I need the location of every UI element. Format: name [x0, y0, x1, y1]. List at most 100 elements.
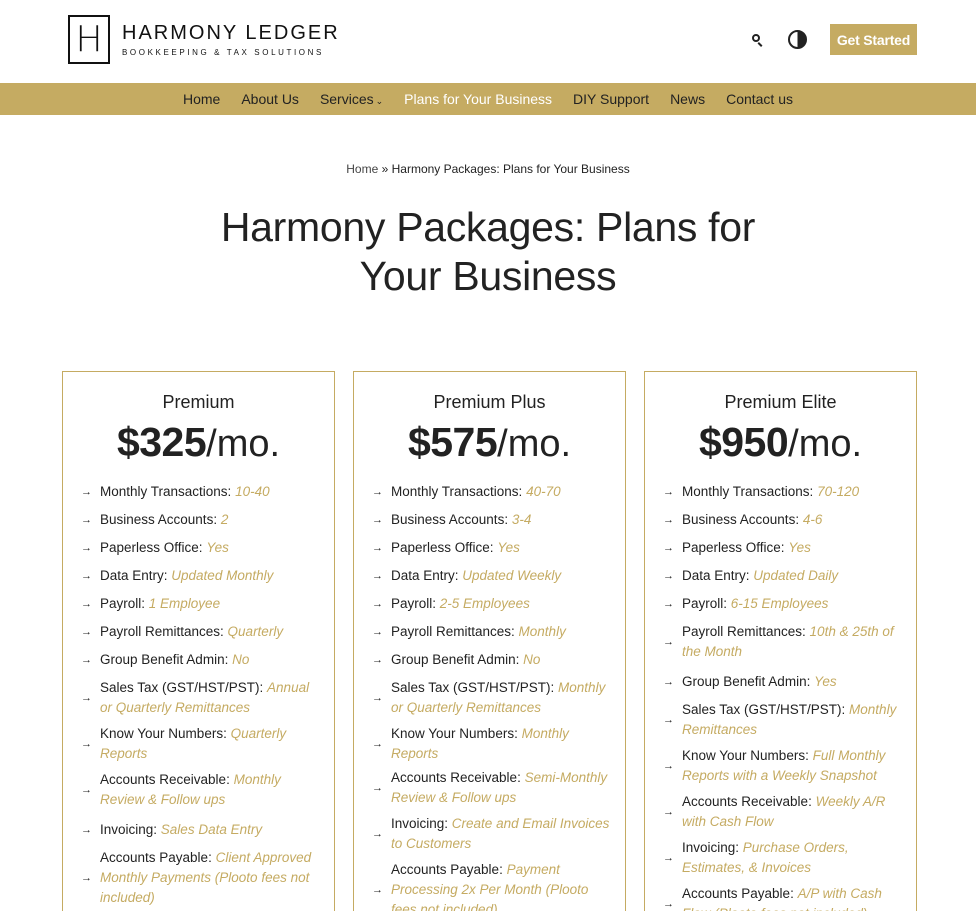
- arrow-right-icon: →: [663, 542, 674, 554]
- breadcrumb-home-link[interactable]: Home: [346, 162, 378, 176]
- nav-item-plans[interactable]: Plans for Your Business: [404, 91, 552, 107]
- arrow-right-icon: →: [663, 514, 674, 526]
- plan-feature-label: Monthly Transactions:: [682, 484, 818, 499]
- plan-feature-label: Business Accounts:: [391, 512, 512, 527]
- plan-feature-item: → Paperless Office: Yes: [372, 534, 611, 562]
- arrow-right-icon: →: [663, 598, 674, 610]
- plan-feature-label: Know Your Numbers:: [100, 726, 231, 741]
- plan-price-period: /mo.: [206, 423, 281, 465]
- plan-feature-value: No: [523, 652, 541, 667]
- plan-feature-item: → Monthly Transactions: 70-120: [663, 478, 902, 506]
- plan-feature-text: Group Benefit Admin: No: [391, 650, 611, 670]
- plan-feature-value: Updated Weekly: [462, 568, 562, 583]
- nav-item-diy-support[interactable]: DIY Support: [573, 91, 649, 107]
- plan-feature-text: Know Your Numbers: Monthly Reports: [391, 724, 611, 764]
- plan-feature-text: Paperless Office: Yes: [100, 538, 320, 558]
- plan-feature-label: Invoicing:: [100, 822, 161, 837]
- plan-feature-item: → Invoicing: Sales Data Entry: [81, 816, 320, 844]
- plan-feature-text: Invoicing: Sales Data Entry: [100, 820, 320, 840]
- plan-feature-item: → Monthly Transactions: 10-40: [81, 478, 320, 506]
- plan-feature-item: → Accounts Receivable: Monthly Review & F…: [81, 770, 320, 810]
- brand-name: HARMONY LEDGER: [122, 22, 340, 44]
- arrow-right-icon: →: [81, 486, 92, 498]
- arrow-right-icon: →: [372, 542, 383, 554]
- plan-feature-value: Monthly: [518, 624, 566, 639]
- plan-feature-label: Know Your Numbers:: [682, 748, 813, 763]
- plan-feature-text: Invoicing: Create and Email Invoices to …: [391, 814, 611, 854]
- plan-feature-value: 40-70: [526, 484, 561, 499]
- nav-item-contact-us[interactable]: Contact us: [726, 91, 793, 107]
- nav-item-about-us[interactable]: About Us: [241, 91, 299, 107]
- arrow-right-icon: →: [372, 828, 383, 840]
- nav-item-home[interactable]: Home: [183, 91, 220, 107]
- arrow-right-icon: →: [663, 852, 674, 864]
- plan-feature-text: Monthly Transactions: 70-120: [682, 482, 902, 502]
- arrow-right-icon: →: [81, 738, 92, 750]
- arrow-right-icon: →: [663, 714, 674, 726]
- search-icon[interactable]: [751, 33, 765, 47]
- plan-feature-item: → Data Entry: Updated Weekly: [372, 562, 611, 590]
- plan-feature-value: 3-4: [511, 512, 532, 527]
- plan-feature-label: Accounts Payable:: [100, 850, 216, 865]
- contrast-toggle-icon[interactable]: [788, 30, 807, 49]
- plan-feature-item: → Sales Tax (GST/HST/PST): Annual or Quar…: [81, 678, 320, 718]
- arrow-right-icon: →: [372, 514, 383, 526]
- plan-feature-item: → Invoicing: Create and Email Invoices to…: [372, 814, 611, 854]
- plan-feature-text: Data Entry: Updated Weekly: [391, 566, 611, 586]
- plan-feature-text: Accounts Receivable: Semi-Monthly Review…: [391, 768, 611, 808]
- plan-feature-value: Updated Daily: [753, 568, 839, 583]
- arrow-right-icon: →: [663, 806, 674, 818]
- plan-feature-text: Paperless Office: Yes: [391, 538, 611, 558]
- arrow-right-icon: →: [663, 760, 674, 772]
- plan-feature-label: Know Your Numbers:: [391, 726, 522, 741]
- plan-feature-text: Payroll: 1 Employee: [100, 594, 320, 614]
- plan-feature-item: → Know Your Numbers: Quarterly Reports: [81, 724, 320, 764]
- arrow-right-icon: →: [372, 738, 383, 750]
- plan-feature-value: Updated Monthly: [171, 568, 274, 583]
- plan-feature-value: Quarterly: [227, 624, 284, 639]
- arrow-right-icon: →: [81, 514, 92, 526]
- get-started-button[interactable]: Get Started: [830, 24, 917, 55]
- plan-feature-item: → Invoicing: Purchase Orders, Estimates, …: [663, 838, 902, 878]
- plan-feature-label: Sales Tax (GST/HST/PST):: [682, 702, 850, 717]
- plan-feature-item: → Payroll: 2-5 Employees: [372, 590, 611, 618]
- plan-card: Premium $325/mo. → Monthly Transactions: 10…: [62, 371, 335, 911]
- main-nav: Home About Us Services ⌄ Plans for Your B…: [0, 83, 976, 115]
- nav-item-news[interactable]: News: [670, 91, 705, 107]
- plan-feature-label: Payroll Remittances:: [391, 624, 519, 639]
- plan-feature-value: 6-15 Employees: [730, 596, 829, 611]
- plan-feature-value: Yes: [497, 540, 520, 555]
- breadcrumb-separator: »: [378, 162, 392, 176]
- arrow-right-icon: →: [663, 636, 674, 648]
- arrow-right-icon: →: [372, 782, 383, 794]
- plan-price: $950/mo.: [645, 418, 916, 476]
- plan-price: $575/mo.: [354, 418, 625, 476]
- plan-price-amount: $950: [698, 419, 789, 465]
- plan-name: Premium Elite: [724, 392, 837, 412]
- plan-price-period: /mo.: [497, 423, 572, 465]
- plan-feature-text: Group Benefit Admin: No: [100, 650, 320, 670]
- plan-feature-item: → Data Entry: Updated Monthly: [81, 562, 320, 590]
- site-header: H HARMONY LEDGER BOOKKEEPING & TAX SOLUT…: [0, 0, 976, 83]
- arrow-right-icon: →: [81, 598, 92, 610]
- plan-feature-item: → Accounts Receivable: Semi-Monthly Revie…: [372, 768, 611, 808]
- arrow-right-icon: →: [81, 872, 92, 884]
- plan-feature-text: Accounts Receivable: Monthly Review & Fo…: [100, 770, 320, 810]
- plan-feature-text: Sales Tax (GST/HST/PST): Monthly or Quar…: [391, 678, 611, 718]
- nav-item-services[interactable]: Services ⌄: [320, 91, 383, 107]
- plan-feature-value: Sales Data Entry: [160, 822, 263, 837]
- site-logo[interactable]: H HARMONY LEDGER BOOKKEEPING & TAX SOLUT…: [68, 15, 340, 64]
- plan-feature-label: Group Benefit Admin:: [100, 652, 233, 667]
- plan-feature-label: Accounts Receivable:: [100, 772, 234, 787]
- plan-feature-label: Payroll:: [100, 596, 149, 611]
- plan-feature-text: Know Your Numbers: Quarterly Reports: [100, 724, 320, 764]
- arrow-right-icon: →: [372, 486, 383, 498]
- plan-feature-value: 10-40: [235, 484, 270, 499]
- brand-tagline: BOOKKEEPING & TAX SOLUTIONS: [122, 48, 324, 57]
- plan-feature-text: Know Your Numbers: Full Monthly Reports …: [682, 746, 902, 786]
- plan-feature-text: Data Entry: Updated Monthly: [100, 566, 320, 586]
- plan-feature-text: Accounts Payable: Client Approved Monthl…: [100, 848, 320, 908]
- plan-feature-text: Payroll: 2-5 Employees: [391, 594, 611, 614]
- plan-feature-text: Accounts Payable: Payment Processing 2x …: [391, 860, 611, 911]
- arrow-right-icon: →: [372, 570, 383, 582]
